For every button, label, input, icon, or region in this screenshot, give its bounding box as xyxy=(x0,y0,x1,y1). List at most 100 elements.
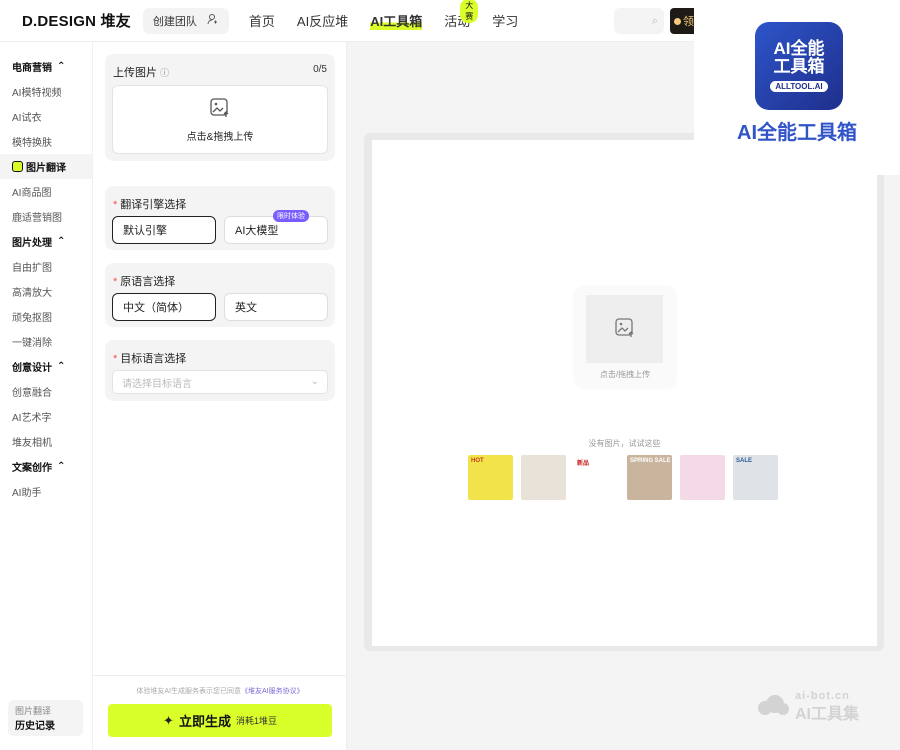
watermark: ai-bot.cn AI工具集 xyxy=(755,690,859,724)
target-lang-select[interactable]: 请选择目标语言 ⌄ xyxy=(112,370,328,394)
sidebar-item-ai-tryon[interactable]: AI试衣 xyxy=(0,104,92,129)
nav-ai-toolbox[interactable]: AI工具箱 xyxy=(370,11,423,30)
promo-overlay: AI全能 工具箱 ALLTOOL.AI AI全能工具箱 xyxy=(694,0,900,175)
upload-counter: 0/5 xyxy=(313,64,327,75)
sidebar-item-art-text[interactable]: AI艺术字 xyxy=(0,404,92,429)
panel-divider xyxy=(93,675,347,676)
history-button[interactable]: 图片翻译 历史记录 xyxy=(8,700,83,736)
sidebar-item-fusion[interactable]: 创意融合 xyxy=(0,379,92,404)
upload-label: 点击&拖拽上传 xyxy=(186,131,254,143)
sidebar-item-erase[interactable]: 一键消除 xyxy=(0,329,92,354)
sidebar-group-image-processing[interactable]: 图片处理 ⌃ xyxy=(0,229,92,254)
canvas-upload-box[interactable]: 点击/拖拽上传 xyxy=(575,287,675,387)
source-lang-title: * 原语言选择 xyxy=(113,276,176,288)
image-upload-icon xyxy=(209,97,231,122)
sidebar-item-cutout[interactable]: 顽兔抠图 xyxy=(0,304,92,329)
canvas-frame: 点击/拖拽上传 没有图片，试试这些 HOT 新品 SPRING SALE SALE xyxy=(364,133,884,651)
generate-button[interactable]: ✦ 立即生成 消耗1堆豆 xyxy=(108,704,332,737)
sample-image[interactable]: HOT xyxy=(468,455,513,500)
engine-card: * 翻译引擎选择 默认引擎 AI大模型 限时体验 xyxy=(105,186,335,250)
source-lang-card: * 原语言选择 中文（简体） 英文 xyxy=(105,263,335,327)
coin-icon xyxy=(674,17,681,25)
chevron-down-icon: ⌄ xyxy=(310,376,319,387)
create-team-label: 创建团队 xyxy=(152,15,197,28)
alltool-logo: AI全能 工具箱 ALLTOOL.AI xyxy=(755,22,843,110)
engine-ai-model-label: AI大模型 xyxy=(235,225,279,237)
sidebar-item-model-skin[interactable]: 模特换肤 xyxy=(0,129,92,154)
target-lang-placeholder: 请选择目标语言 xyxy=(122,378,192,390)
chevron-up-icon: ⌃ xyxy=(57,61,66,72)
sidebar-item-camera[interactable]: 堆友相机 xyxy=(0,429,92,454)
chevron-up-icon: ⌃ xyxy=(57,461,66,472)
sample-image[interactable]: 新品 xyxy=(574,455,619,500)
group-title: 创意设计 xyxy=(12,363,52,374)
search-input[interactable]: ⌕ xyxy=(614,8,664,34)
source-lang-chinese-option[interactable]: 中文（简体） xyxy=(112,293,216,321)
coupon-label: 领 xyxy=(683,16,694,28)
generate-cost: 消耗1堆豆 xyxy=(235,716,277,726)
sample-list: HOT 新品 SPRING SALE SALE xyxy=(468,455,778,500)
upload-dropzone[interactable]: 点击&拖拽上传 xyxy=(112,85,328,154)
engine-title: * 翻译引擎选择 xyxy=(113,199,187,211)
logo-url: ALLTOOL.AI xyxy=(770,81,828,92)
sidebar-item-ai-assistant[interactable]: AI助手 xyxy=(0,479,92,504)
history-sub-label: 图片翻译 xyxy=(15,706,52,716)
contest-badge: 大赛 xyxy=(460,0,479,23)
sample-image[interactable] xyxy=(521,455,566,500)
site-logo[interactable]: D.DESIGN 堆友 xyxy=(22,10,131,31)
sample-image[interactable]: SALE xyxy=(733,455,778,500)
sidebar-group-ecommerce[interactable]: 电商营销 ⌃ xyxy=(0,54,92,79)
sample-text: HOT xyxy=(471,458,484,464)
info-icon[interactable]: ⓘ xyxy=(160,68,169,78)
sample-text: SPRING SALE xyxy=(630,458,671,464)
image-upload-icon xyxy=(614,317,636,342)
logo-line-2: 工具箱 xyxy=(773,57,825,76)
target-lang-title: * 目标语言选择 xyxy=(113,353,187,365)
settings-panel: 上传图片 ⓘ 0/5 点击&拖拽上传 * 翻译引擎选择 默认引擎 AI大模型 限时… xyxy=(93,42,347,750)
main-nav: 首页 AI反应堆 AI工具箱 活动 大赛 学习 xyxy=(249,0,540,30)
chevron-up-icon: ⌃ xyxy=(57,236,66,247)
add-user-icon xyxy=(207,13,219,28)
nav-home[interactable]: 首页 xyxy=(249,11,275,30)
nav-activity[interactable]: 活动 大赛 xyxy=(444,0,479,30)
canvas: 点击/拖拽上传 没有图片，试试这些 HOT 新品 SPRING SALE SALE xyxy=(372,140,877,646)
logo-line-1: AI全能 xyxy=(773,39,825,58)
sample-text: SALE xyxy=(736,458,753,464)
target-lang-card: * 目标语言选择 请选择目标语言 ⌄ xyxy=(105,340,335,401)
canvas-upload-label: 点击/拖拽上传 xyxy=(599,370,651,379)
sample-image[interactable]: SPRING SALE xyxy=(627,455,672,500)
source-lang-english-option[interactable]: 英文 xyxy=(224,293,328,321)
upload-title: 上传图片 ⓘ xyxy=(113,67,170,79)
sidebar-item-marketing[interactable]: 鹿适营销图 xyxy=(0,204,92,229)
sample-image[interactable] xyxy=(680,455,725,500)
cloud-icon xyxy=(758,695,789,715)
sample-text: 新品 xyxy=(577,461,590,467)
sidebar-item-ai-model-video[interactable]: AI模特视频 xyxy=(0,79,92,104)
agreement-label: 体验堆友AI生成服务表示您已同意 xyxy=(136,688,241,695)
limited-tag: 限时体验 xyxy=(273,210,309,222)
create-team-button[interactable]: 创建团队 xyxy=(142,7,229,34)
sidebar-item-expand[interactable]: 自由扩图 xyxy=(0,254,92,279)
try-samples-text: 没有图片，试试这些 xyxy=(588,439,661,448)
nav-ai-reactor[interactable]: AI反应堆 xyxy=(297,11,348,30)
sparkle-icon: ✦ xyxy=(163,712,174,728)
sidebar-group-creative[interactable]: 创意设计 ⌃ xyxy=(0,354,92,379)
sidebar-item-upscale[interactable]: 高清放大 xyxy=(0,279,92,304)
canvas-upload-area xyxy=(586,295,663,363)
agreement-text: 体验堆友AI生成服务表示您已同意《堆友AI服务协议》 xyxy=(93,686,347,696)
translate-icon xyxy=(12,161,23,172)
upload-card: 上传图片 ⓘ 0/5 点击&拖拽上传 xyxy=(105,54,335,161)
search-icon: ⌕ xyxy=(651,14,658,27)
sidebar-group-copywriting[interactable]: 文案创作 ⌃ xyxy=(0,454,92,479)
sidebar-item-label: 图片翻译 xyxy=(26,163,66,174)
group-title: 文案创作 xyxy=(12,463,52,474)
agreement-link[interactable]: 《堆友AI服务协议》 xyxy=(241,688,304,695)
engine-ai-model-option[interactable]: AI大模型 限时体验 xyxy=(224,210,328,244)
engine-default-option[interactable]: 默认引擎 xyxy=(112,216,216,244)
generate-label: 立即生成 xyxy=(178,714,231,729)
sidebar-item-image-translate[interactable]: 图片翻译 xyxy=(0,154,92,179)
sidebar: 电商营销 ⌃ AI模特视频 AI试衣 模特换肤 图片翻译 AI商品图 鹿适营销图 … xyxy=(0,42,93,750)
nav-learn[interactable]: 学习 xyxy=(492,11,518,30)
promo-name: AI全能工具箱 xyxy=(737,122,857,144)
sidebar-item-ai-product[interactable]: AI商品图 xyxy=(0,179,92,204)
